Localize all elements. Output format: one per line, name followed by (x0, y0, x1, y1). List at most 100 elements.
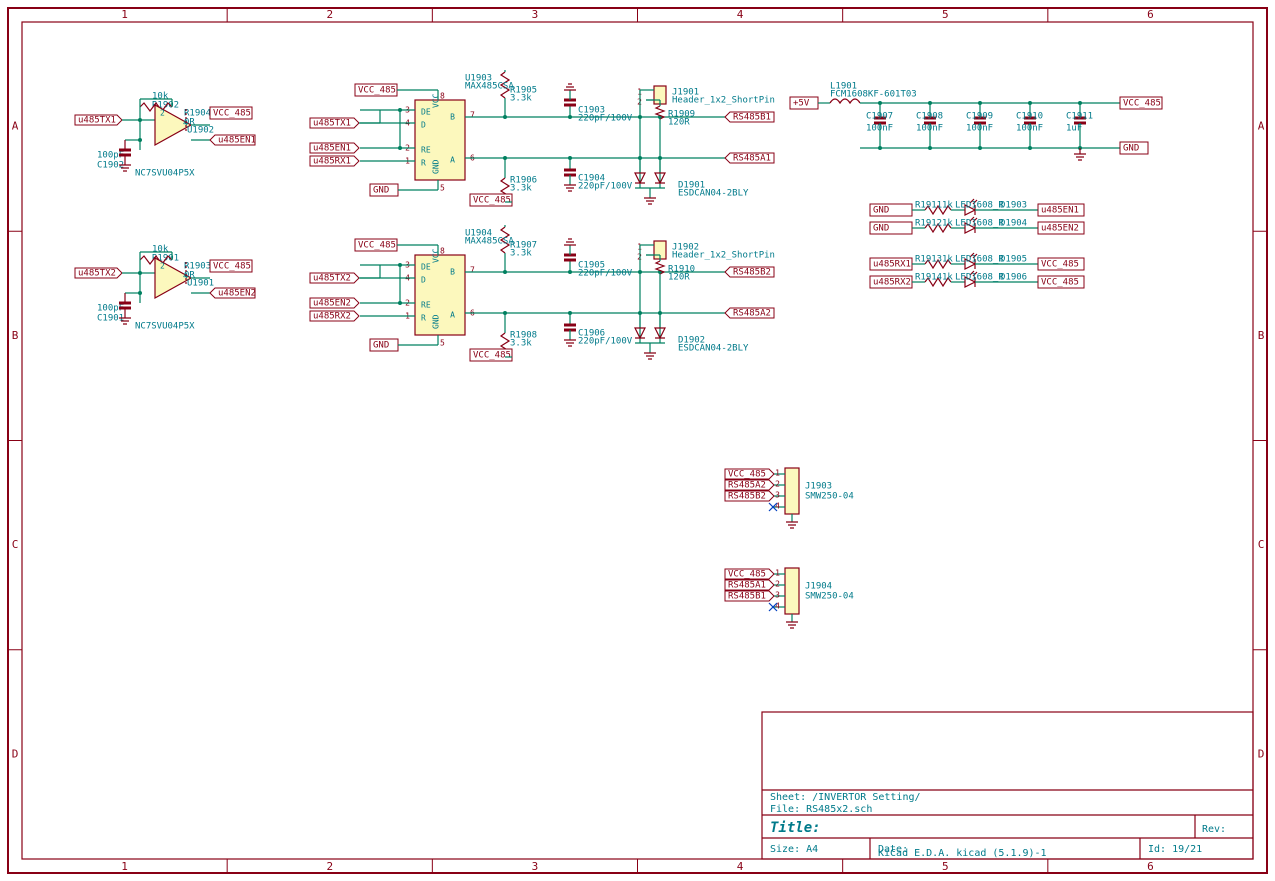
svg-text:u485EN2: u485EN2 (313, 299, 351, 309)
svg-text:100nF: 100nF (1016, 124, 1043, 134)
svg-text:u485EN1: u485EN1 (313, 144, 351, 154)
svg-text:2: 2 (326, 8, 333, 21)
svg-text:RS485A1: RS485A1 (733, 154, 771, 164)
svg-text:VCC_485: VCC_485 (358, 86, 396, 96)
svg-text:1k: 1k (942, 219, 953, 229)
svg-text:A: A (12, 120, 19, 133)
svg-text:u485TX1: u485TX1 (313, 119, 351, 129)
svg-text:VCC_485: VCC_485 (1123, 99, 1161, 109)
svg-text:Size: A4: Size: A4 (770, 844, 818, 855)
svg-text:ESDCAN04-2BLY: ESDCAN04-2BLY (678, 189, 749, 199)
svg-text:VCC_485: VCC_485 (728, 470, 766, 480)
svg-text:VCC_485: VCC_485 (358, 241, 396, 251)
svg-text:1: 1 (121, 860, 128, 873)
svg-text:MAX485CSA: MAX485CSA (465, 237, 514, 247)
conn-j1904: 1VCC_4852RS485A13RS485B14J1904SMW250-04 (725, 568, 854, 628)
svg-text:1: 1 (121, 8, 128, 21)
svg-text:220pF/100V: 220pF/100V (578, 182, 633, 192)
svg-text:D: D (1258, 747, 1265, 760)
svg-text:C1910: C1910 (1016, 112, 1043, 122)
svg-text:u485EN1: u485EN1 (218, 136, 256, 146)
svg-text:C1908: C1908 (916, 112, 943, 122)
svg-text:LED1608_R: LED1608_R (955, 219, 1004, 229)
svg-text:2: 2 (160, 109, 165, 118)
svg-text:u485EN1: u485EN1 (1041, 206, 1079, 216)
svg-text:R1911: R1911 (915, 201, 942, 211)
svg-text:ESDCAN04-2BLY: ESDCAN04-2BLY (678, 344, 749, 354)
svg-text:C1909: C1909 (966, 112, 993, 122)
svg-text:10k: 10k (152, 245, 169, 255)
svg-text:RS485A1: RS485A1 (728, 581, 766, 591)
svg-text:B: B (12, 329, 19, 342)
svg-text:VCC_485: VCC_485 (728, 570, 766, 580)
svg-text:RS485B1: RS485B1 (733, 113, 771, 123)
svg-text:u485RX2: u485RX2 (313, 312, 351, 322)
svg-text:GND: GND (873, 206, 889, 216)
svg-text:R1914: R1914 (915, 273, 942, 283)
svg-text:NC7SVU04P5X: NC7SVU04P5X (135, 169, 195, 179)
svg-text:D1906: D1906 (1000, 273, 1027, 283)
svg-text:1uF: 1uF (1066, 124, 1082, 134)
svg-text:3: 3 (775, 591, 780, 600)
svg-text:u485TX2: u485TX2 (313, 274, 351, 284)
svg-text:GND: GND (373, 341, 389, 351)
svg-text:SMW250-04: SMW250-04 (805, 492, 854, 502)
buffer-block-1: u485TX1 R1902 10k 2 4 U1902 NC7SVU04P5X … (75, 92, 256, 179)
svg-text:u485TX1: u485TX1 (78, 116, 116, 126)
svg-text:MAX485CSA: MAX485CSA (465, 82, 514, 92)
buffer-block-2: u485TX2 R1901 10k 24 U1901 NC7SVU04P5X R… (75, 245, 256, 332)
svg-text:FCM1608KF-601T03: FCM1608KF-601T03 (830, 90, 917, 100)
svg-text:u485EN2: u485EN2 (218, 289, 256, 299)
svg-text:120R: 120R (668, 118, 690, 128)
svg-text:File: RS485x2.sch: File: RS485x2.sch (770, 804, 872, 815)
svg-text:1k: 1k (942, 201, 953, 211)
svg-text:VCC_485: VCC_485 (473, 196, 511, 206)
schematic-canvas[interactable]: u485TX1 R1902 10k 2 4 U1902 NC7SVU04P5X … (0, 0, 1275, 881)
svg-text:10k: 10k (152, 92, 169, 102)
svg-text:B: B (1258, 329, 1265, 342)
svg-text:VCC_485: VCC_485 (1041, 260, 1079, 270)
svg-text:LED1608_R: LED1608_R (955, 273, 1004, 283)
svg-text:3: 3 (532, 8, 539, 21)
svg-text:100nF: 100nF (916, 124, 943, 134)
svg-text:LED1608_R: LED1608_R (955, 255, 1004, 265)
svg-text:3.3k: 3.3k (510, 94, 532, 104)
svg-text:3.3k: 3.3k (510, 339, 532, 349)
svg-text:C1911: C1911 (1066, 112, 1093, 122)
svg-text:D1904: D1904 (1000, 219, 1027, 229)
svg-text:RS485B2: RS485B2 (728, 492, 766, 502)
svg-text:2: 2 (775, 580, 780, 589)
svg-text:120R: 120R (668, 273, 690, 283)
svg-text:C1907: C1907 (866, 112, 893, 122)
svg-text:GND: GND (1123, 144, 1139, 154)
svg-text:2: 2 (326, 860, 333, 873)
svg-text:VCC_485: VCC_485 (213, 109, 251, 119)
svg-text:RS485B2: RS485B2 (733, 268, 771, 278)
svg-text:KiCad E.D.A. kicad (5.1.9)-1: KiCad E.D.A. kicad (5.1.9)-1 (878, 848, 1047, 859)
svg-text:4: 4 (737, 860, 744, 873)
svg-text:3: 3 (775, 491, 780, 500)
svg-text:+5V: +5V (793, 99, 810, 109)
svg-text:D1903: D1903 (1000, 201, 1027, 211)
title-block: Sheet: /INVERTOR Setting/ File: RS485x2.… (762, 712, 1253, 859)
svg-text:6: 6 (1147, 8, 1154, 21)
svg-text:5: 5 (942, 8, 949, 21)
led-rows: GNDR19111kLED1608_RD1903u485EN1GNDR19121… (870, 199, 1084, 288)
conn-j1903: 1VCC_4852RS485A23RS485B24J1903SMW250-04 (725, 468, 854, 528)
svg-text:RS485A2: RS485A2 (733, 309, 771, 319)
svg-text:VCC_485: VCC_485 (473, 351, 511, 361)
svg-text:GND: GND (373, 186, 389, 196)
svg-text:D: D (12, 747, 19, 760)
svg-text:J1904: J1904 (805, 582, 832, 592)
svg-text:1: 1 (775, 569, 780, 578)
svg-text:5: 5 (942, 860, 949, 873)
svg-text:Rev:: Rev: (1202, 824, 1226, 835)
svg-text:100nF: 100nF (866, 124, 893, 134)
svg-text:NC7SVU04P5X: NC7SVU04P5X (135, 322, 195, 332)
svg-text:u485TX2: u485TX2 (78, 269, 116, 279)
svg-text:220pF/100V: 220pF/100V (578, 337, 633, 347)
svg-text:Id: 19/21: Id: 19/21 (1148, 844, 1202, 855)
svg-text:220pF/100V: 220pF/100V (578, 269, 633, 279)
svg-text:1k: 1k (942, 273, 953, 283)
svg-text:SMW250-04: SMW250-04 (805, 592, 854, 602)
